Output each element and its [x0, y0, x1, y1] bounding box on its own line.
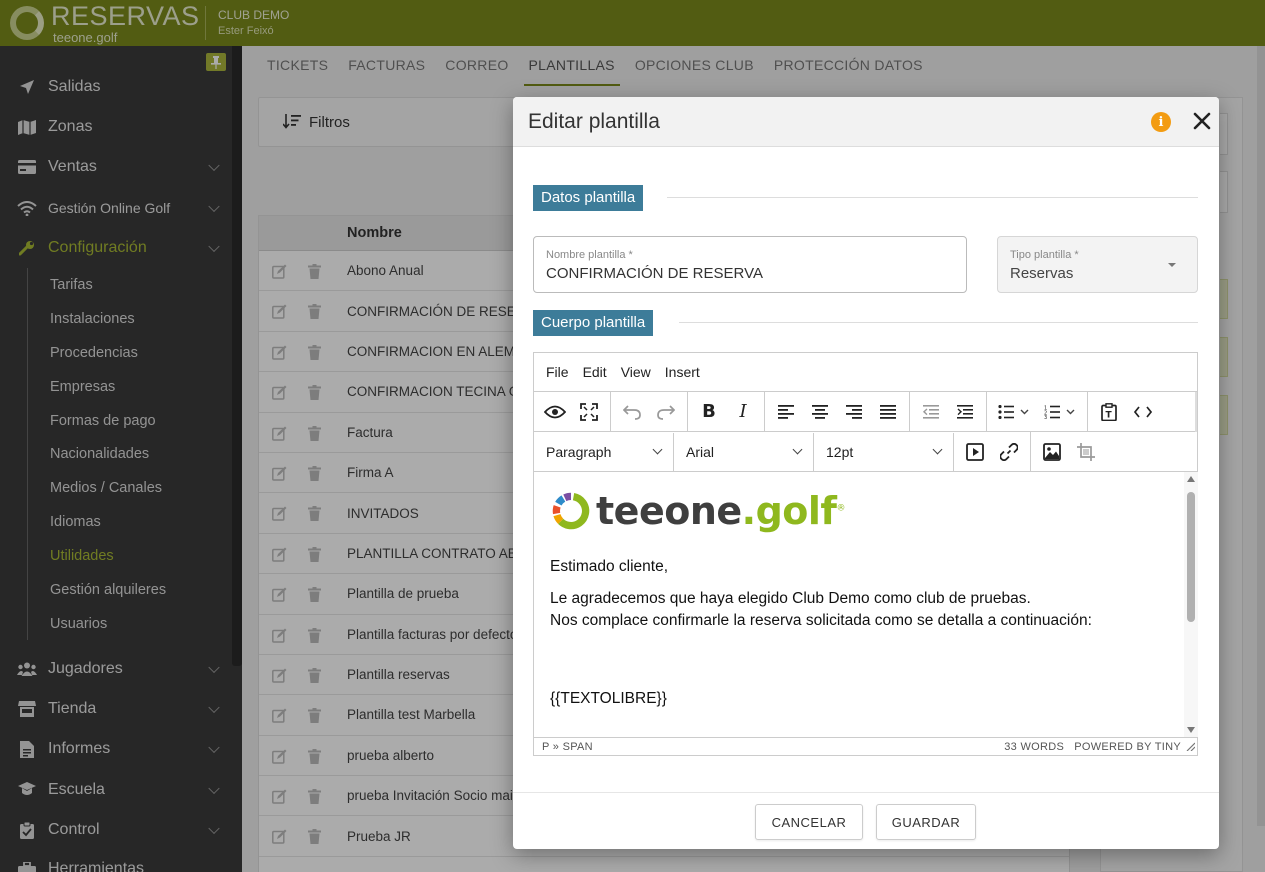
- redo-icon[interactable]: [649, 396, 683, 428]
- paste-text-icon[interactable]: T: [1092, 396, 1126, 428]
- editor-statusbar: P » SPAN 33 WORDS POWERED BY TINY: [534, 737, 1197, 755]
- teeone-ring-logo-icon: [552, 492, 590, 530]
- dialog-title: Editar plantilla: [528, 110, 660, 133]
- indent-icon[interactable]: [948, 396, 982, 428]
- info-icon[interactable]: i: [1151, 112, 1171, 132]
- crop-icon[interactable]: [1069, 436, 1103, 468]
- image-icon[interactable]: [1035, 436, 1069, 468]
- font-family-dropdown[interactable]: Arial: [674, 432, 814, 471]
- menu-file[interactable]: File: [546, 364, 569, 380]
- section-cuerpo-plantilla: Cuerpo plantilla: [533, 310, 654, 336]
- editor-toolbar: B I 123 T: [534, 391, 1197, 432]
- powered-by[interactable]: POWERED BY TINY: [1074, 741, 1181, 753]
- media-play-icon[interactable]: [958, 436, 992, 468]
- rich-text-editor: File Edit View Insert B I 1 2 3 T Paragr…: [533, 352, 1198, 756]
- bullet-list-icon[interactable]: [991, 396, 1037, 428]
- editor-line-2: Nos complace confirmarle la reserva soli…: [550, 612, 1092, 629]
- editor-menubar: File Edit View Insert: [534, 353, 1197, 392]
- editor-scrollbar[interactable]: [1184, 472, 1198, 737]
- align-left-icon[interactable]: [769, 396, 803, 428]
- menu-edit[interactable]: Edit: [583, 364, 607, 380]
- edit-template-dialog: Editar plantilla i Datos plantilla Nombr…: [513, 97, 1219, 849]
- dialog-footer: CANCELAR GUARDAR: [513, 792, 1219, 849]
- dialog-header: Editar plantilla i: [513, 97, 1219, 147]
- outdent-icon[interactable]: [914, 396, 948, 428]
- align-center-icon[interactable]: [803, 396, 837, 428]
- editor-line-1: Le agradecemos que haya elegido Club Dem…: [550, 590, 1031, 607]
- editor-blank: [550, 642, 1168, 688]
- chevron-down-icon: [652, 444, 663, 455]
- menu-view[interactable]: View: [621, 364, 651, 380]
- section-divider: [667, 197, 1198, 198]
- brand-dot: .: [741, 489, 756, 533]
- scroll-down-arrow-icon[interactable]: [1187, 727, 1195, 733]
- preview-eye-icon[interactable]: [538, 396, 572, 428]
- editor-content[interactable]: teeone.golf® Estimado cliente, Le agrade…: [534, 472, 1184, 737]
- brand-registered: ®: [836, 503, 845, 514]
- block-format-dropdown[interactable]: Paragraph: [534, 432, 674, 471]
- resize-handle-icon[interactable]: [1186, 742, 1196, 754]
- chevron-down-icon: [932, 444, 943, 455]
- align-right-icon[interactable]: [837, 396, 871, 428]
- link-icon[interactable]: [992, 436, 1026, 468]
- svg-text:3: 3: [1044, 415, 1047, 419]
- template-name-label: Nombre plantilla *: [546, 249, 633, 261]
- align-justify-icon[interactable]: [871, 396, 905, 428]
- teeone-golf-logo: teeone.golf®: [550, 486, 1168, 536]
- word-count[interactable]: 33 WORDS: [1004, 741, 1064, 753]
- template-type-select[interactable]: Tipo plantilla * Reservas: [997, 236, 1198, 293]
- brand-word-golf: golf: [755, 489, 837, 533]
- close-icon[interactable]: [1191, 110, 1213, 132]
- undo-icon[interactable]: [615, 396, 649, 428]
- bold-icon[interactable]: B: [692, 396, 726, 428]
- element-path[interactable]: P » SPAN: [542, 741, 593, 753]
- editor-toolbar-2: Paragraph Arial 12pt: [534, 431, 1197, 472]
- section-datos-plantilla: Datos plantilla: [533, 185, 644, 211]
- caret-down-icon: [1168, 263, 1176, 267]
- cancel-button[interactable]: CANCELAR: [755, 804, 863, 840]
- font-size-dropdown[interactable]: 12pt: [814, 432, 954, 471]
- save-button[interactable]: GUARDAR: [876, 804, 976, 840]
- template-name-field[interactable]: Nombre plantilla * CONFIRMACIÓN DE RESER…: [533, 236, 967, 293]
- scroll-up-arrow-icon[interactable]: [1187, 476, 1195, 482]
- block-format-value: Paragraph: [546, 443, 612, 460]
- scroll-thumb[interactable]: [1187, 492, 1195, 622]
- editor-placeholder-var: {{TEXTOLIBRE}}: [550, 690, 667, 707]
- font-family-value: Arial: [686, 443, 715, 460]
- template-name-input[interactable]: CONFIRMACIÓN DE RESERVA: [546, 265, 763, 282]
- template-type-value: Reservas: [1010, 265, 1074, 282]
- numbered-list-icon[interactable]: 123: [1037, 396, 1083, 428]
- menu-insert[interactable]: Insert: [665, 364, 700, 380]
- italic-icon[interactable]: I: [726, 396, 760, 428]
- template-type-label: Tipo plantilla *: [1010, 249, 1079, 261]
- svg-text:T: T: [1106, 410, 1113, 420]
- fullscreen-icon[interactable]: [572, 396, 606, 428]
- toolbar-overflow-edge: [1195, 392, 1197, 432]
- chevron-down-icon: [792, 444, 803, 455]
- font-size-value: 12pt: [826, 443, 854, 460]
- editor-greeting: Estimado cliente,: [550, 558, 669, 575]
- section-divider: [679, 322, 1198, 323]
- source-code-icon[interactable]: [1126, 396, 1160, 428]
- brand-word-teeone: teeone: [596, 489, 742, 533]
